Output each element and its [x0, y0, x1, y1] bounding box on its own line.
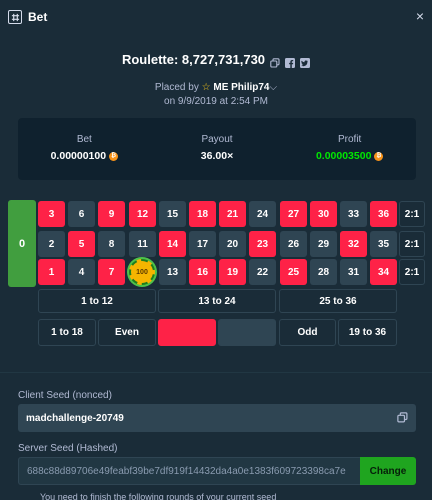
stat-profit-value-row: 0.00003500 ₿ [283, 150, 416, 162]
bet-odd[interactable]: Odd [279, 319, 336, 346]
star-icon: ☆ [201, 82, 211, 93]
roulette-number-26[interactable]: 26 [280, 231, 307, 257]
roulette-number-34[interactable]: 34 [370, 259, 397, 285]
roulette-number-12[interactable]: 12 [129, 201, 156, 227]
stat-bet: Bet 0.00000100 ₿ [18, 118, 151, 180]
bet-slip-icon [8, 10, 22, 24]
client-seed-label: Client Seed (nonced) [18, 390, 112, 401]
stat-profit-label: Profit [338, 134, 362, 145]
roulette-number-24[interactable]: 24 [249, 201, 276, 227]
divider [0, 372, 432, 373]
stat-payout-value: 36.00× [200, 150, 234, 162]
roulette-number-6[interactable]: 6 [68, 201, 95, 227]
roulette-number-14[interactable]: 14 [159, 231, 186, 257]
bet-datetime: on 9/9/2019 at 2:54 PM [164, 96, 268, 107]
column-bet-1[interactable]: 2:1 [399, 201, 425, 227]
roulette-number-9[interactable]: 9 [98, 201, 125, 227]
roulette-number-31[interactable]: 31 [340, 259, 367, 285]
roulette-number-3[interactable]: 3 [38, 201, 65, 227]
roulette-number-20[interactable]: 20 [219, 231, 246, 257]
roulette-number-8[interactable]: 8 [98, 231, 125, 257]
server-seed-value: 688c88d89706e49feabf39be7df919f14432da4a… [27, 465, 346, 477]
roulette-number-19[interactable]: 19 [219, 259, 246, 285]
roulette-number-7[interactable]: 7 [98, 259, 125, 285]
roulette-number-32[interactable]: 32 [340, 231, 367, 257]
roulette-number-29[interactable]: 29 [310, 231, 337, 257]
stat-payout-label: Payout [201, 134, 233, 145]
stat-bet-value-row: 0.00000100 ₿ [18, 150, 151, 162]
roulette-number-18[interactable]: 18 [189, 201, 216, 227]
roulette-number-23[interactable]: 23 [249, 231, 276, 257]
bitcoin-icon: ₿ [374, 151, 384, 161]
roulette-number-25[interactable]: 25 [280, 259, 307, 285]
roulette-number-cell-with-chip[interactable]: 100 [129, 259, 156, 285]
placed-by: Placed by ☆ ME Philip74⌵ on 9/9/2019 at … [0, 82, 432, 107]
roulette-number-36[interactable]: 36 [370, 201, 397, 227]
seed-footer-note: You need to finish the following rounds … [40, 492, 277, 500]
stat-profit: Profit 0.00003500 ₿ [283, 118, 416, 180]
dozen-bet-2[interactable]: 13 to 24 [158, 289, 276, 313]
bet-1-to-18[interactable]: 1 to 18 [38, 319, 96, 346]
placed-by-prefix: Placed by [154, 82, 199, 93]
roulette-number-28[interactable]: 28 [310, 259, 337, 285]
roulette-number-30[interactable]: 30 [310, 201, 337, 227]
modal-title: Bet [28, 10, 48, 24]
dozen-bet-3[interactable]: 25 to 36 [279, 289, 397, 313]
roulette-number-22[interactable]: 22 [249, 259, 276, 285]
stat-bet-label: Bet [76, 134, 92, 145]
change-seed-button[interactable]: Change [360, 457, 416, 485]
roulette-number-5[interactable]: 5 [68, 231, 95, 257]
roulette-number-27[interactable]: 27 [280, 201, 307, 227]
bitcoin-icon: ₿ [109, 151, 119, 161]
bet-19-to-36[interactable]: 19 to 36 [338, 319, 397, 346]
bet-stats-panel: Bet 0.00000100 ₿ Payout 36.00× Profit 0.… [18, 118, 416, 180]
bet-chip: 100 [129, 259, 155, 285]
bet-red[interactable] [158, 319, 216, 346]
game-title-row: Roulette: 8,727,731,730 [0, 52, 432, 68]
roulette-number-13[interactable]: 13 [159, 259, 186, 285]
stat-payout: Payout 36.00× [151, 118, 284, 180]
roulette-zero[interactable]: 0 [8, 200, 36, 287]
stat-profit-value: 0.00003500 [315, 150, 372, 162]
copy-icon[interactable] [270, 55, 280, 68]
roulette-number-33[interactable]: 33 [340, 201, 367, 227]
roulette-number-21[interactable]: 21 [219, 201, 246, 227]
column-bet-3[interactable]: 2:1 [399, 259, 425, 285]
dozen-bet-1[interactable]: 1 to 12 [38, 289, 156, 313]
chevron-down-icon[interactable]: ⌵ [269, 82, 277, 93]
roulette-number-11[interactable]: 11 [129, 231, 156, 257]
roulette-number-17[interactable]: 17 [189, 231, 216, 257]
game-title: Roulette: 8,727,731,730 [121, 52, 266, 67]
roulette-number-16[interactable]: 16 [189, 259, 216, 285]
copy-icon[interactable] [397, 412, 408, 426]
bet-black[interactable] [218, 319, 276, 346]
roulette-number-15[interactable]: 15 [159, 201, 186, 227]
roulette-number-2[interactable]: 2 [38, 231, 65, 257]
close-icon[interactable]: × [416, 9, 424, 23]
stat-bet-value: 0.00000100 [50, 150, 107, 162]
roulette-number-35[interactable]: 35 [370, 231, 397, 257]
roulette-number-1[interactable]: 1 [38, 259, 65, 285]
facebook-icon[interactable] [285, 55, 296, 68]
roulette-number-4[interactable]: 4 [68, 259, 95, 285]
client-seed-value: madchallenge-20749 [26, 412, 124, 424]
bet-even[interactable]: Even [98, 319, 156, 346]
column-bet-2[interactable]: 2:1 [399, 231, 425, 257]
username-link[interactable]: ME Philip74 [213, 82, 269, 93]
modal-header: Bet × [0, 0, 432, 34]
twitter-icon[interactable] [300, 55, 311, 68]
client-seed-field[interactable]: madchallenge-20749 [18, 404, 416, 432]
server-seed-label: Server Seed (Hashed) [18, 443, 118, 454]
server-seed-field[interactable]: 688c88d89706e49feabf39be7df919f14432da4a… [18, 457, 360, 485]
